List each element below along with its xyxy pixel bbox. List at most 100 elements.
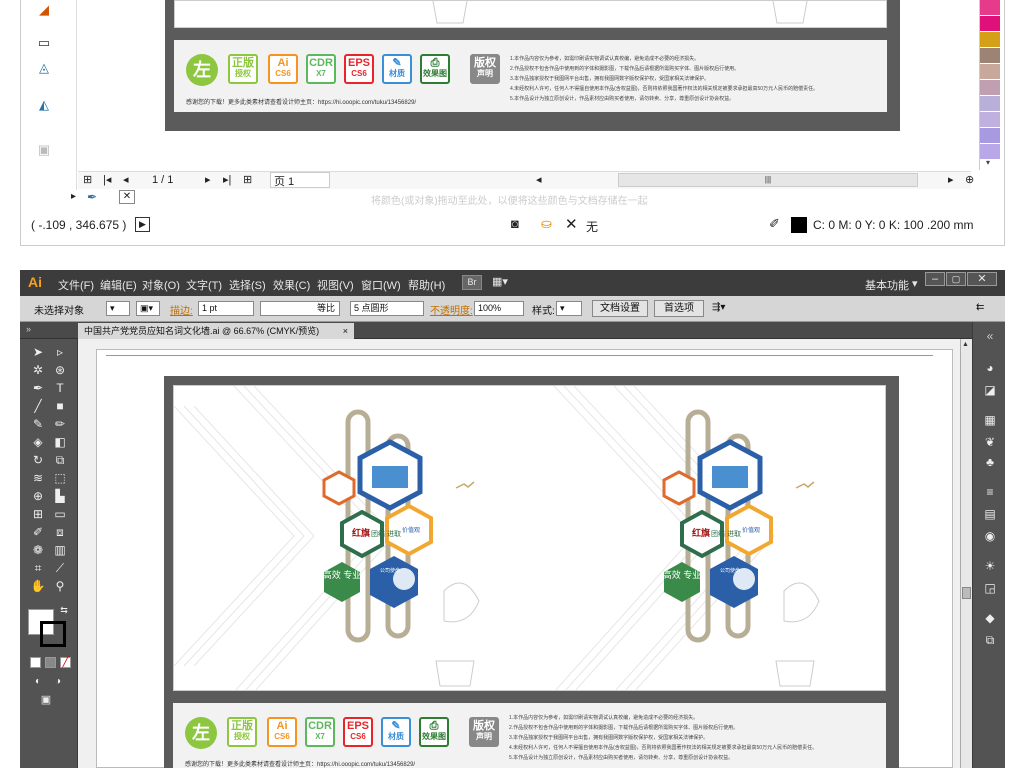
paintbrush-icon[interactable]: ✎ xyxy=(28,415,48,433)
palette-scroll-down-icon[interactable]: ▾ xyxy=(986,158,990,167)
last-page-icon[interactable]: ▸| xyxy=(223,173,231,186)
mesh-tool-icon[interactable]: ⊞ xyxy=(28,505,48,523)
brush-definition[interactable]: 5 点圆形 xyxy=(350,301,424,316)
no-color-swatch-icon[interactable]: ✕ xyxy=(119,190,135,204)
menu-file[interactable]: 文件(F) xyxy=(58,277,94,293)
tab-document[interactable]: 中国共产党党员应知名词文化墙.ai @ 66.67% (CMYK/预览) × xyxy=(78,323,354,339)
symbol-sprayer-icon[interactable]: ❁ xyxy=(28,541,48,559)
close-window-icon[interactable]: ✕ xyxy=(967,272,997,286)
fill-color-picker[interactable]: ▾ xyxy=(106,301,130,316)
artboard-tool-icon[interactable]: ⌗ xyxy=(28,559,48,577)
tab-page-1[interactable]: 页 1 xyxy=(270,172,330,188)
draw-normal-icon[interactable]: ◐ xyxy=(28,673,48,691)
smart-fill-icon[interactable]: ▣ xyxy=(33,140,55,160)
direct-selection-icon[interactable]: ▹ xyxy=(50,343,70,361)
outline-pen-icon[interactable]: ✐ xyxy=(769,216,780,232)
hand-tool-icon[interactable]: ✋ xyxy=(28,577,48,595)
selection-tool-icon[interactable]: ➤ xyxy=(28,343,48,361)
width-tool-icon[interactable]: ≋ xyxy=(28,469,48,487)
slice-tool-icon[interactable]: ⟋ xyxy=(50,559,70,577)
arrange-documents-icon[interactable]: ▦▾ xyxy=(492,275,508,288)
v-scroll-thumb[interactable] xyxy=(962,587,971,599)
swap-colors-icon[interactable]: ⇆ xyxy=(54,601,74,619)
first-page-icon[interactable]: |◂ xyxy=(103,173,111,186)
palette-eyedropper-icon[interactable]: ✒ xyxy=(87,190,97,204)
menu-view[interactable]: 视图(V) xyxy=(317,277,354,293)
color-panel-icon[interactable]: ◕ xyxy=(981,360,999,376)
line-tool-icon[interactable]: ╱ xyxy=(28,397,48,415)
palette-swatch[interactable] xyxy=(980,128,1000,144)
graphic-styles-icon[interactable]: ◲ xyxy=(981,580,999,596)
none-mode-icon[interactable]: ╱ xyxy=(60,657,71,668)
gradient-mode-icon[interactable] xyxy=(45,657,56,668)
document-setup-button[interactable]: 文档设置 xyxy=(592,300,648,317)
palette-swatch[interactable] xyxy=(980,64,1000,80)
column-graph-icon[interactable]: ▥ xyxy=(50,541,70,559)
stroke-panel-icon[interactable]: ≡ xyxy=(981,484,999,500)
add-page-icon[interactable]: ⊞ xyxy=(83,173,92,186)
artboards-panel-icon[interactable]: ⧉ xyxy=(981,632,999,648)
shape-builder-icon[interactable]: ⊕ xyxy=(28,487,48,505)
zoom-icon[interactable]: ⊕ xyxy=(965,173,974,186)
panel-menu-icon[interactable]: ⇇ xyxy=(976,302,984,313)
fill-tool-icon[interactable]: ◢ xyxy=(33,0,55,20)
v-scrollbar[interactable]: ▲ xyxy=(960,339,972,768)
menu-effect[interactable]: 效果(C) xyxy=(273,277,310,293)
draw-behind-icon[interactable]: ◑ xyxy=(48,673,68,691)
palette-swatch[interactable] xyxy=(980,32,1000,48)
appearance-panel-icon[interactable]: ☀ xyxy=(981,558,999,574)
minimize-icon[interactable]: – xyxy=(925,272,945,286)
menu-select[interactable]: 选择(S) xyxy=(229,277,266,293)
next-page-icon[interactable]: ▸ xyxy=(205,173,211,186)
h-scroll-right-icon[interactable]: ▸ xyxy=(948,173,954,186)
opacity-label[interactable]: 不透明度: xyxy=(430,302,473,317)
palette-swatch[interactable] xyxy=(980,80,1000,96)
magic-wand-icon[interactable]: ✲ xyxy=(28,361,48,379)
collapse-toolbox-icon[interactable]: » xyxy=(26,324,31,334)
canvas-area[interactable]: 高效 专业 高效 专业 团结 进取 团结 进取 价值观 价值观 公司使命 公司使… xyxy=(78,339,960,768)
palette-swatch[interactable] xyxy=(980,16,1000,32)
h-scroll-left-icon[interactable]: ◂ xyxy=(536,173,542,186)
add-page-end-icon[interactable]: ⊞ xyxy=(243,173,252,186)
pen-tool-icon[interactable]: ✒ xyxy=(28,379,48,397)
prev-page-icon[interactable]: ◂ xyxy=(123,173,129,186)
rotate-tool-icon[interactable]: ↻ xyxy=(28,451,48,469)
blend-tool-icon[interactable]: ⧈ xyxy=(50,523,70,541)
scale-tool-icon[interactable]: ⧉ xyxy=(50,451,70,469)
brushes-panel-icon[interactable]: ❦ xyxy=(981,434,999,450)
eraser-icon[interactable]: ◧ xyxy=(50,433,70,451)
gradient-tool-icon[interactable]: ▭ xyxy=(50,505,70,523)
gradient-panel-icon[interactable]: ▤ xyxy=(981,506,999,522)
fill-bucket-icon[interactable]: ⛀ xyxy=(541,216,552,232)
transparency-panel-icon[interactable]: ◉ xyxy=(981,528,999,544)
swatches-panel-icon[interactable]: ▦ xyxy=(981,412,999,428)
layers-panel-icon[interactable]: ◆ xyxy=(981,610,999,626)
opacity-field[interactable]: 100% xyxy=(474,301,524,316)
color-guide-icon[interactable]: ◪ xyxy=(981,382,999,398)
menu-edit[interactable]: 编辑(E) xyxy=(100,277,137,293)
close-tab-icon[interactable]: × xyxy=(343,323,348,339)
dock-collapse-icon[interactable]: « xyxy=(981,328,999,344)
lasso-tool-icon[interactable]: ⊛ xyxy=(50,361,70,379)
palette-swatch[interactable] xyxy=(980,112,1000,128)
palette-swatch[interactable] xyxy=(980,96,1000,112)
eyedropper-icon[interactable]: ✐ xyxy=(28,523,48,541)
rectangle-tool-icon[interactable]: ▭ xyxy=(33,33,55,53)
eyedropper-tool-icon[interactable]: ◬ xyxy=(33,58,55,78)
rectangle-tool-icon[interactable]: ■ xyxy=(50,397,70,415)
stroke-swatch[interactable] xyxy=(40,621,66,647)
object-info-icon[interactable]: ◙ xyxy=(511,216,519,231)
stroke-weight-field[interactable]: 1 pt xyxy=(198,301,254,316)
h-scrollbar[interactable]: ||| xyxy=(618,173,918,187)
color-palette[interactable]: ▾ xyxy=(979,0,1001,170)
preferences-button[interactable]: 首选项 xyxy=(654,300,704,317)
v-scroll-up-icon[interactable]: ▲ xyxy=(962,341,969,348)
stroke-color-picker[interactable]: ▣▾ xyxy=(136,301,160,316)
stroke-label[interactable]: 描边: xyxy=(170,302,193,317)
menu-window[interactable]: 窗口(W) xyxy=(361,277,401,293)
palette-arrow-icon[interactable]: ▸ xyxy=(71,191,76,202)
interactive-fill-icon[interactable]: ◭ xyxy=(33,95,55,115)
blob-brush-icon[interactable]: ◈ xyxy=(28,433,48,451)
workspace-switcher[interactable]: 基本功能 xyxy=(865,277,909,293)
menu-object[interactable]: 对象(O) xyxy=(142,277,180,293)
